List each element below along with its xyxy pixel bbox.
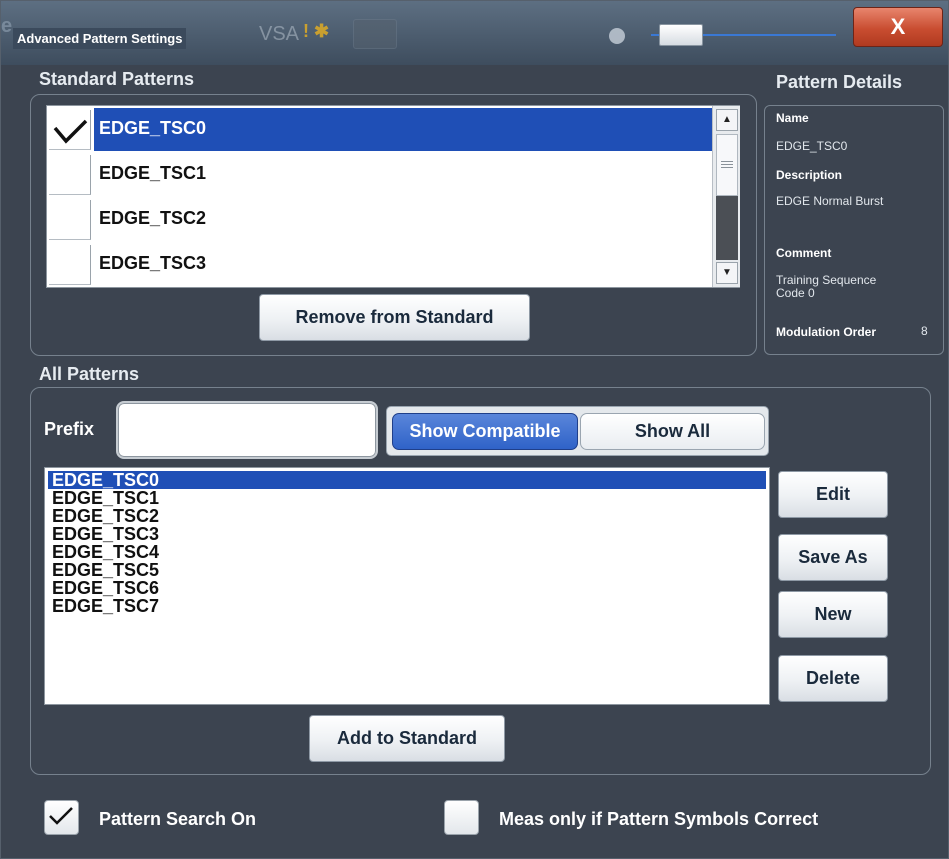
standard-pattern-checkbox[interactable] xyxy=(49,155,91,195)
modulation-order-value: 8 xyxy=(921,324,928,338)
pattern-details-heading: Pattern Details xyxy=(776,72,903,92)
slider-thumb[interactable] xyxy=(659,24,703,46)
standard-pattern-checkbox[interactable] xyxy=(49,200,91,240)
new-button[interactable]: New xyxy=(778,591,888,638)
modulation-order-label: Modulation Order xyxy=(776,325,876,339)
pattern-search-checkbox[interactable] xyxy=(44,800,79,835)
meas-only-label: Meas only if Pattern Symbols Correct xyxy=(499,809,819,829)
standard-pattern-row[interactable]: EDGE_TSC2 xyxy=(47,196,712,241)
show-all-button[interactable]: Show All xyxy=(580,413,765,450)
edit-button[interactable]: Edit xyxy=(778,471,888,518)
standard-pattern-checkbox[interactable] xyxy=(49,245,91,285)
all-pattern-item[interactable]: EDGE_TSC7 xyxy=(48,597,766,615)
transparency-slider[interactable] xyxy=(651,24,836,46)
comment-label: Comment xyxy=(776,246,832,260)
description-value: EDGE Normal Burst xyxy=(776,194,884,208)
advanced-pattern-settings-dialog: e Advanced Pattern Settings VSA ! ✱ X St… xyxy=(0,0,949,859)
background-window-button xyxy=(353,19,397,49)
scroll-up-icon[interactable]: ▲ xyxy=(716,109,738,131)
standard-pattern-checkbox[interactable] xyxy=(49,110,91,150)
standard-pattern-label: EDGE_TSC0 xyxy=(99,118,207,138)
checkmark-icon xyxy=(53,119,88,144)
all-pattern-item[interactable]: EDGE_TSC5 xyxy=(48,561,766,579)
standard-pattern-row[interactable]: EDGE_TSC1 xyxy=(47,151,712,196)
standard-patterns-heading: Standard Patterns xyxy=(39,69,195,89)
status-dot-icon xyxy=(609,28,625,44)
all-pattern-item[interactable]: EDGE_TSC3 xyxy=(48,525,766,543)
remove-from-standard-button[interactable]: Remove from Standard xyxy=(259,294,530,341)
standard-patterns-list[interactable]: EDGE_TSC0 EDGE_TSC1 EDGE_TSC2 EDGE_TSC3 … xyxy=(46,105,740,288)
add-to-standard-button[interactable]: Add to Standard xyxy=(309,715,505,762)
prefix-input[interactable] xyxy=(116,401,378,459)
pattern-search-label: Pattern Search On xyxy=(99,809,257,829)
background-title-ghost: VSA xyxy=(259,23,300,45)
all-pattern-item[interactable]: EDGE_TSC2 xyxy=(48,507,766,525)
title-ghost-text: e xyxy=(1,15,13,37)
scroll-down-icon[interactable]: ▼ xyxy=(716,262,738,284)
grip-icon xyxy=(721,161,733,162)
scrollbar-thumb[interactable] xyxy=(716,134,738,196)
description-label: Description xyxy=(776,168,843,182)
all-pattern-item[interactable]: EDGE_TSC4 xyxy=(48,543,766,561)
name-value: EDGE_TSC0 xyxy=(776,139,848,153)
warning-icon: ! ✱ xyxy=(303,21,330,41)
comment-value: Training Sequence Code 0 xyxy=(776,273,877,300)
standard-pattern-row[interactable]: EDGE_TSC3 xyxy=(47,241,712,286)
standard-patterns-scrollbar[interactable]: ▲ ▼ xyxy=(712,106,740,287)
standard-pattern-label: EDGE_TSC3 xyxy=(99,253,207,273)
meas-only-checkbox[interactable] xyxy=(444,800,479,835)
dialog-title: Advanced Pattern Settings xyxy=(13,28,187,49)
all-pattern-item[interactable]: EDGE_TSC6 xyxy=(48,579,766,597)
standard-pattern-label: EDGE_TSC1 xyxy=(99,163,207,183)
scrollbar-track-dark xyxy=(716,196,738,260)
checkmark-icon xyxy=(49,807,73,825)
all-patterns-heading: All Patterns xyxy=(39,364,140,384)
all-pattern-item[interactable]: EDGE_TSC1 xyxy=(48,489,766,507)
standard-pattern-label: EDGE_TSC2 xyxy=(99,208,207,228)
standard-pattern-row[interactable]: EDGE_TSC0 xyxy=(47,106,712,151)
show-compatible-button[interactable]: Show Compatible xyxy=(392,413,578,450)
save-as-button[interactable]: Save As xyxy=(778,534,888,581)
prefix-label: Prefix xyxy=(44,419,95,439)
all-pattern-item[interactable]: EDGE_TSC0 xyxy=(48,471,766,489)
close-button[interactable]: X xyxy=(853,7,943,47)
delete-button[interactable]: Delete xyxy=(778,655,888,702)
all-patterns-list[interactable]: EDGE_TSC0 EDGE_TSC1 EDGE_TSC2 EDGE_TSC3 … xyxy=(44,467,770,705)
title-bar[interactable]: e Advanced Pattern Settings VSA ! ✱ X xyxy=(1,1,948,65)
name-label: Name xyxy=(776,111,809,125)
